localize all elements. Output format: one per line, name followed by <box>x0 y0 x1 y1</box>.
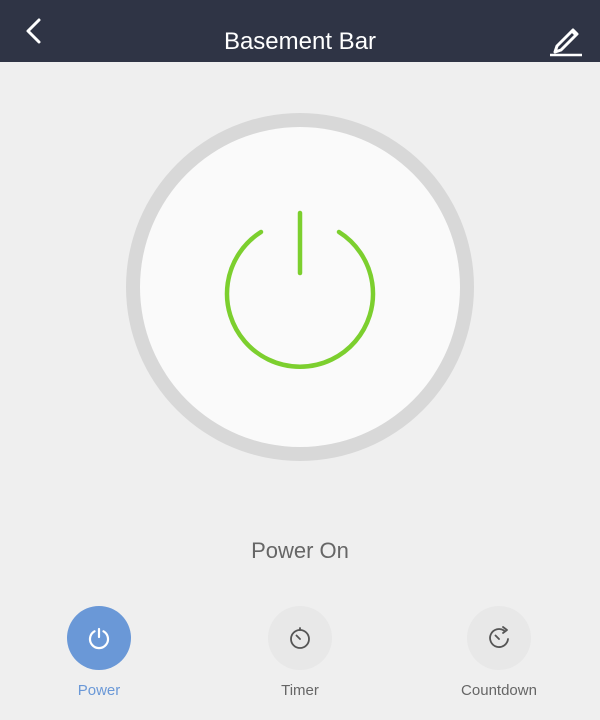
page-title: Basement Bar <box>223 28 377 55</box>
power-action-label: Power <box>77 682 121 699</box>
app-header: Basement Bar <box>0 0 600 62</box>
power-action[interactable]: Power <box>44 606 154 700</box>
timer-icon <box>290 627 310 649</box>
edit-button[interactable] <box>542 18 584 58</box>
countdown-icon <box>489 626 509 648</box>
pencil-icon <box>550 28 582 57</box>
countdown-action[interactable]: Countdown <box>444 606 554 700</box>
chevron-left-icon <box>26 18 41 44</box>
countdown-action-label: Countdown <box>461 682 537 699</box>
timer-action-button[interactable] <box>268 606 332 670</box>
back-button[interactable] <box>14 15 54 47</box>
countdown-action-button[interactable] <box>467 606 531 670</box>
power-icon <box>88 627 110 650</box>
power-icon <box>224 210 376 369</box>
power-action-button[interactable] <box>67 606 131 670</box>
timer-action[interactable]: Timer <box>245 606 355 700</box>
main-power-toggle[interactable] <box>126 113 474 461</box>
power-status-text: Power On <box>251 538 349 563</box>
timer-action-label: Timer <box>281 682 319 699</box>
